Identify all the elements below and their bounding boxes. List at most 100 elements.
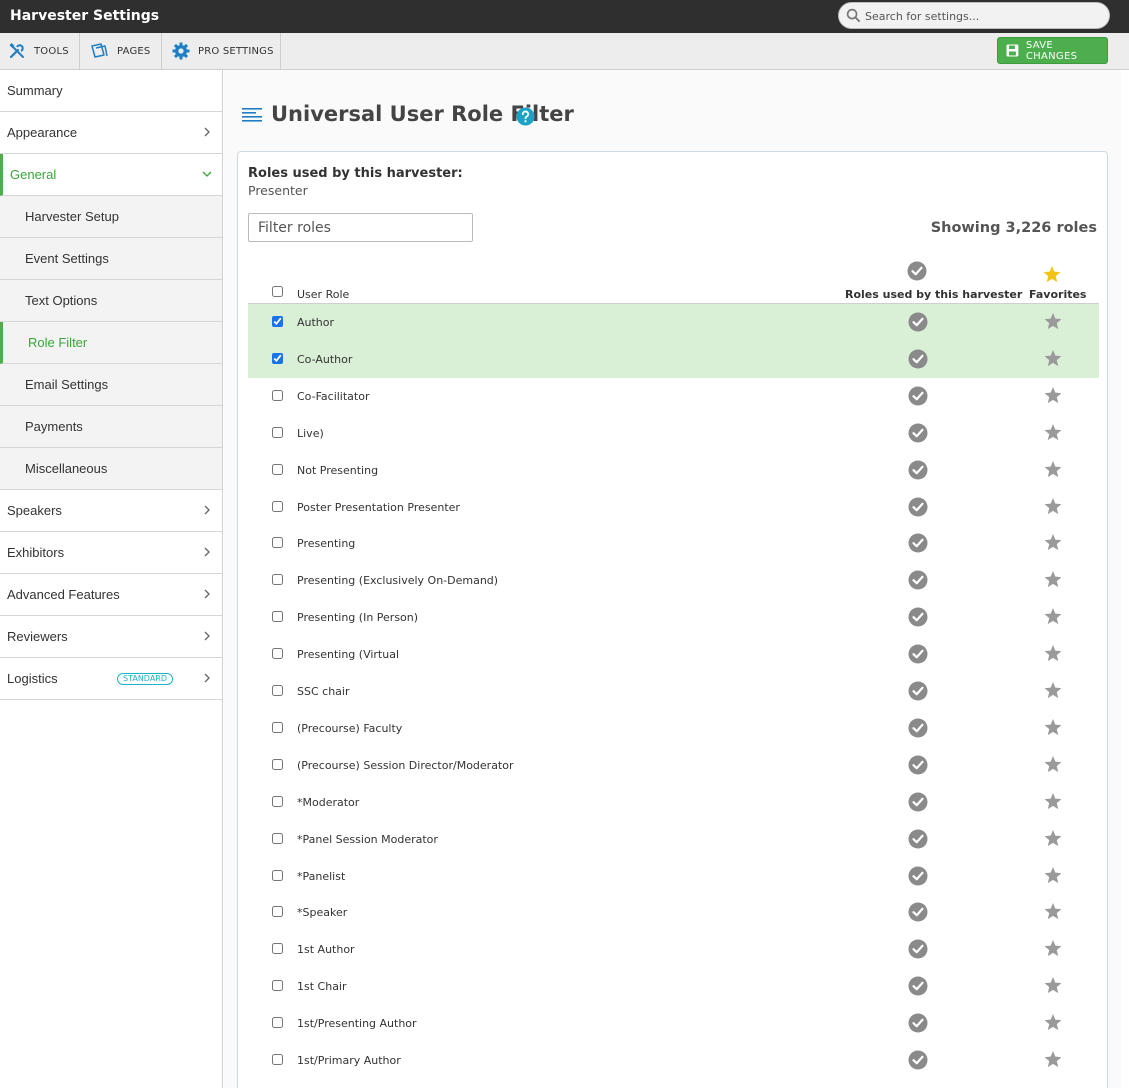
sidebar-item-general[interactable]: General <box>0 154 222 196</box>
role-checkbox[interactable] <box>272 390 283 401</box>
sidebar-item-event-settings[interactable]: Event Settings <box>0 238 222 280</box>
column-header-roles-used[interactable]: Roles used by this harvester <box>845 288 1022 301</box>
check-circle-icon[interactable] <box>908 312 928 332</box>
role-checkbox[interactable] <box>272 353 283 364</box>
role-checkbox[interactable] <box>272 980 283 991</box>
check-circle-icon[interactable] <box>908 902 928 922</box>
star-icon[interactable] <box>1044 498 1062 515</box>
check-circle-icon[interactable] <box>908 460 928 480</box>
check-circle-icon[interactable] <box>908 1050 928 1070</box>
tools-button[interactable]: TOOLS <box>0 33 80 69</box>
role-checkbox[interactable] <box>272 537 283 548</box>
star-icon[interactable] <box>1044 461 1062 478</box>
sidebar-item-advanced-features[interactable]: Advanced Features <box>0 574 222 616</box>
star-icon[interactable] <box>1044 1014 1062 1031</box>
sidebar-item-appearance[interactable]: Appearance <box>0 112 222 154</box>
sidebar-item-role-filter[interactable]: Role Filter <box>0 322 222 364</box>
check-circle-icon[interactable] <box>908 1013 928 1033</box>
table-row[interactable]: *Panel Session Moderator <box>248 821 1099 858</box>
filter-roles-input[interactable] <box>248 213 473 242</box>
save-changes-button[interactable]: SAVE CHANGES <box>997 37 1108 64</box>
star-icon[interactable] <box>1044 867 1062 884</box>
check-circle-icon[interactable] <box>908 349 928 369</box>
role-checkbox[interactable] <box>272 722 283 733</box>
star-icon[interactable] <box>1044 977 1062 994</box>
role-checkbox[interactable] <box>272 906 283 917</box>
check-circle-icon[interactable] <box>908 681 928 701</box>
role-checkbox[interactable] <box>272 943 283 954</box>
role-checkbox[interactable] <box>272 1017 283 1028</box>
role-checkbox[interactable] <box>272 1054 283 1065</box>
pro-settings-button[interactable]: PRO SETTINGS <box>162 33 281 69</box>
sidebar-item-exhibitors[interactable]: Exhibitors <box>0 532 222 574</box>
table-row[interactable]: Presenting (Exclusively On-Demand) <box>248 562 1099 599</box>
role-checkbox[interactable] <box>272 427 283 438</box>
star-icon[interactable] <box>1044 1051 1062 1068</box>
table-row[interactable]: Presenting <box>248 525 1099 562</box>
star-icon[interactable] <box>1044 645 1062 662</box>
check-circle-icon[interactable] <box>908 423 928 443</box>
column-header-favorites[interactable]: Favorites <box>1029 288 1086 301</box>
settings-search[interactable] <box>838 2 1110 29</box>
check-circle-icon[interactable] <box>908 607 928 627</box>
star-icon[interactable] <box>1044 424 1062 441</box>
sidebar-item-email-settings[interactable]: Email Settings <box>0 364 222 406</box>
sidebar-item-reviewers[interactable]: Reviewers <box>0 616 222 658</box>
role-checkbox[interactable] <box>272 870 283 881</box>
check-circle-icon[interactable] <box>908 497 928 517</box>
table-row[interactable]: Author <box>248 304 1099 341</box>
table-row[interactable]: (Precourse) Session Director/Moderator <box>248 747 1099 784</box>
table-row[interactable]: 1st Author <box>248 931 1099 968</box>
search-input[interactable] <box>865 7 1101 25</box>
role-checkbox[interactable] <box>272 316 283 327</box>
role-checkbox[interactable] <box>272 464 283 475</box>
sidebar-item-harvester-setup[interactable]: Harvester Setup <box>0 196 222 238</box>
table-row[interactable]: Co-Facilitator <box>248 378 1099 415</box>
table-row[interactable]: 1st Chair <box>248 968 1099 1005</box>
check-circle-icon[interactable] <box>908 792 928 812</box>
role-checkbox[interactable] <box>272 759 283 770</box>
role-checkbox[interactable] <box>272 685 283 696</box>
role-checkbox[interactable] <box>272 833 283 844</box>
role-checkbox[interactable] <box>272 574 283 585</box>
role-checkbox[interactable] <box>272 648 283 659</box>
table-row[interactable]: Co-Author <box>248 341 1099 378</box>
help-icon[interactable] <box>516 107 535 126</box>
sidebar-item-payments[interactable]: Payments <box>0 406 222 448</box>
sidebar-item-logistics[interactable]: Logistics STANDARD <box>0 658 222 700</box>
table-row[interactable]: Live) <box>248 415 1099 452</box>
select-all-checkbox[interactable] <box>272 286 283 297</box>
star-icon[interactable] <box>1044 387 1062 404</box>
table-row[interactable]: Not Presenting <box>248 452 1099 489</box>
check-circle-icon[interactable] <box>908 644 928 664</box>
pages-button[interactable]: PAGES <box>80 33 162 69</box>
table-row[interactable]: 1st/Primary Author <box>248 1042 1099 1079</box>
check-circle-icon[interactable] <box>908 755 928 775</box>
sidebar-item-summary[interactable]: Summary <box>0 70 222 112</box>
check-circle-icon[interactable] <box>908 718 928 738</box>
star-icon[interactable] <box>1044 313 1062 330</box>
check-circle-icon[interactable] <box>908 866 928 886</box>
star-icon[interactable] <box>1044 719 1062 736</box>
table-row[interactable]: (Precourse) Faculty <box>248 710 1099 747</box>
star-icon[interactable] <box>1044 940 1062 957</box>
sidebar-item-speakers[interactable]: Speakers <box>0 490 222 532</box>
table-row[interactable]: Presenting (In Person) <box>248 599 1099 636</box>
check-circle-icon[interactable] <box>908 976 928 996</box>
role-checkbox[interactable] <box>272 796 283 807</box>
table-row[interactable]: *Speaker <box>248 894 1099 931</box>
check-circle-icon[interactable] <box>908 570 928 590</box>
check-circle-icon[interactable] <box>908 829 928 849</box>
table-row[interactable]: *Moderator <box>248 784 1099 821</box>
check-circle-icon[interactable] <box>908 386 928 406</box>
check-circle-icon[interactable] <box>908 533 928 553</box>
table-row[interactable]: Presenting (Virtual <box>248 636 1099 673</box>
sidebar-item-text-options[interactable]: Text Options <box>0 280 222 322</box>
star-icon[interactable] <box>1044 534 1062 551</box>
table-row[interactable]: SSC chair <box>248 673 1099 710</box>
star-icon[interactable] <box>1044 608 1062 625</box>
star-icon[interactable] <box>1044 793 1062 810</box>
star-icon[interactable] <box>1044 350 1062 367</box>
sidebar-item-miscellaneous[interactable]: Miscellaneous <box>0 448 222 490</box>
star-icon[interactable] <box>1044 571 1062 588</box>
